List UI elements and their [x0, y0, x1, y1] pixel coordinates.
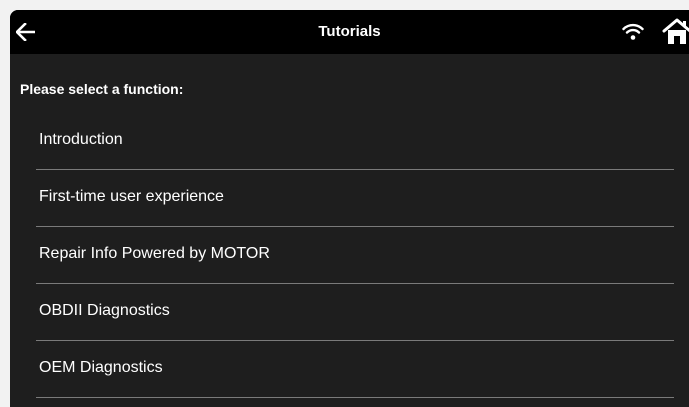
- top-bar: Tutorials: [10, 10, 689, 54]
- arrow-left-icon: [16, 23, 35, 41]
- list-item-first-time-user-experience[interactable]: First-time user experience: [36, 170, 674, 227]
- home-button[interactable]: [662, 18, 689, 46]
- list-item-obdii-diagnostics[interactable]: OBDII Diagnostics: [36, 284, 674, 341]
- list-item-label: Repair Info Powered by MOTOR: [39, 245, 270, 262]
- list-item-label: Introduction: [39, 131, 123, 148]
- list-item-label: First-time user experience: [39, 188, 224, 205]
- wifi-icon: [622, 23, 644, 40]
- app-screen: Tutorials Please select a function: Intr…: [10, 10, 689, 407]
- function-prompt: Please select a function:: [20, 81, 184, 97]
- list-item-repair-info[interactable]: Repair Info Powered by MOTOR: [36, 227, 674, 284]
- list-item-introduction[interactable]: Introduction: [36, 113, 674, 170]
- list-item-oem-diagnostics[interactable]: OEM Diagnostics: [36, 341, 674, 398]
- back-button[interactable]: [12, 18, 40, 46]
- function-list: Introduction First-time user experience …: [36, 113, 674, 398]
- list-item-label: OEM Diagnostics: [39, 359, 163, 376]
- page-title: Tutorials: [318, 23, 381, 40]
- list-item-label: OBDII Diagnostics: [39, 302, 170, 319]
- home-icon: [662, 18, 689, 44]
